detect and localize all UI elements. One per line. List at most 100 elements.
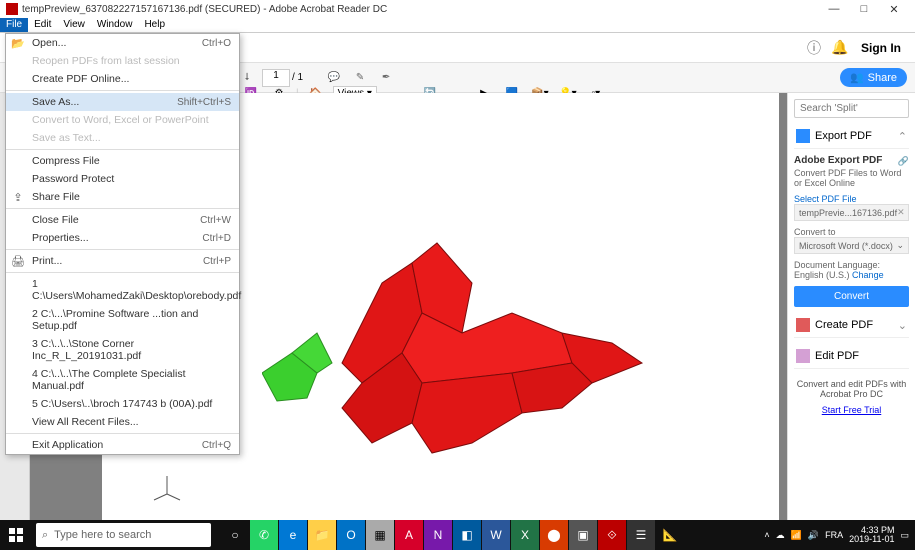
- format-select[interactable]: Microsoft Word (*.docx) ⌄: [794, 237, 909, 254]
- menu-share-file[interactable]: ⇪ Share File: [6, 188, 239, 206]
- clear-file-icon[interactable]: ✕: [897, 207, 905, 218]
- share-button[interactable]: 👥 Share: [840, 68, 907, 87]
- menu-edit[interactable]: Edit: [28, 18, 57, 32]
- rendered-3d-model: [262, 223, 662, 463]
- word-icon[interactable]: W: [482, 520, 510, 550]
- edge-icon[interactable]: e: [279, 520, 307, 550]
- trial-link[interactable]: Start Free Trial: [822, 405, 882, 415]
- card-subtitle: Convert PDF Files to Word or Excel Onlin…: [794, 168, 909, 188]
- share-icon: ⇪: [11, 191, 25, 204]
- cortana-icon[interactable]: ○: [221, 520, 249, 550]
- close-button[interactable]: ✕: [879, 3, 909, 16]
- menu-open[interactable]: 📂 Open... Ctrl+O: [6, 34, 239, 52]
- selected-file-name: tempPrevie...167136.pdf: [799, 208, 897, 218]
- autocad-icon[interactable]: A: [395, 520, 423, 550]
- chevron-down-icon: ⌄: [898, 319, 907, 332]
- tray-chevron-icon[interactable]: ˄: [764, 530, 769, 540]
- export-pdf-card: Adobe Export PDF 🔗 Convert PDF Files to …: [794, 155, 909, 307]
- menu-password-protect[interactable]: Password Protect: [6, 170, 239, 188]
- explorer-icon[interactable]: 📁: [308, 520, 336, 550]
- excel-icon[interactable]: X: [511, 520, 539, 550]
- menu-reopen: Reopen PDFs from last session: [6, 52, 239, 70]
- app-icon-6[interactable]: 📐: [656, 520, 684, 550]
- menu-file[interactable]: File: [0, 18, 28, 32]
- app-icon-5[interactable]: ☰: [627, 520, 655, 550]
- menu-view[interactable]: View: [57, 18, 91, 32]
- menu-close-file[interactable]: Close File Ctrl+W: [6, 211, 239, 229]
- window-title: tempPreview_637082227157167136.pdf (SECU…: [22, 4, 387, 15]
- create-pdf-label: Create PDF: [815, 319, 873, 331]
- signin-button[interactable]: Sign In: [861, 41, 901, 55]
- folder-icon: 📂: [11, 37, 25, 50]
- search-icon: ⌕: [42, 529, 48, 542]
- minimize-button[interactable]: —: [819, 3, 849, 15]
- outlook-icon[interactable]: O: [337, 520, 365, 550]
- menu-save-as-text: Save as Text...: [6, 129, 239, 147]
- app-icon-2[interactable]: ◧: [453, 520, 481, 550]
- selected-file[interactable]: tempPrevie...167136.pdf ✕: [794, 204, 909, 221]
- menubar: File Edit View Window Help: [0, 18, 915, 33]
- recent-file-5[interactable]: 5 C:\Users\..\broch 174743 b (00A).pdf: [6, 395, 239, 413]
- windows-icon: [9, 528, 23, 542]
- bell-icon[interactable]: 🔔: [829, 37, 851, 59]
- file-menu-dropdown: 📂 Open... Ctrl+O Reopen PDFs from last s…: [5, 33, 240, 455]
- taskbar-clock[interactable]: 4:33 PM 2019-11-01: [849, 526, 894, 545]
- help-icon[interactable]: ⓘ: [803, 37, 825, 59]
- clock-date: 2019-11-01: [849, 535, 894, 544]
- menu-properties[interactable]: Properties... Ctrl+D: [6, 229, 239, 247]
- select-pdf-label: Select PDF File: [794, 194, 909, 204]
- menu-create-online[interactable]: Create PDF Online...: [6, 70, 239, 88]
- share-icon: 👥: [850, 71, 864, 84]
- axis-indicator: [152, 474, 182, 504]
- menu-save-as[interactable]: Save As... Shift+Ctrl+S: [6, 93, 239, 111]
- menu-convert-to: Convert to Word, Excel or PowerPoint: [6, 111, 239, 129]
- window-titlebar: tempPreview_637082227157167136.pdf (SECU…: [0, 0, 915, 18]
- tray-lang[interactable]: FRA: [825, 530, 843, 540]
- recent-file-2[interactable]: 2 C:\...\Promine Software ...tion and Se…: [6, 305, 239, 335]
- taskbar-apps: ○ ✆ e 📁 O ▦ A N ◧ W X ⬤ ▣ ⟐ ☰ 📐: [221, 520, 684, 550]
- recent-file-1[interactable]: 1 C:\Users\MohamedZaki\Desktop\orebody.p…: [6, 275, 239, 305]
- doc-lang-value: English (U.S.): [794, 270, 850, 280]
- print-icon: 🖨: [11, 255, 25, 268]
- menu-window[interactable]: Window: [91, 18, 139, 32]
- app-icon-1[interactable]: ▦: [366, 520, 394, 550]
- right-panel: Export PDF ⌃ Adobe Export PDF 🔗 Convert …: [787, 93, 915, 520]
- tray-cloud-icon[interactable]: ☁: [776, 530, 785, 541]
- app-icon-4[interactable]: ▣: [569, 520, 597, 550]
- tray-volume-icon[interactable]: 🔊: [808, 530, 819, 541]
- recent-file-3[interactable]: 3 C:\..\..\Stone Corner Inc_R_L_20191031…: [6, 335, 239, 365]
- app-icon-3[interactable]: ⬤: [540, 520, 568, 550]
- onenote-icon[interactable]: N: [424, 520, 452, 550]
- link-icon[interactable]: 🔗: [898, 156, 909, 167]
- menu-print[interactable]: 🖨 Print... Ctrl+P: [6, 252, 239, 270]
- export-icon: [796, 129, 810, 143]
- change-lang-link[interactable]: Change: [852, 270, 884, 280]
- recent-file-4[interactable]: 4 C:\..\..\The Complete Specialist Manua…: [6, 365, 239, 395]
- tools-search-input[interactable]: [794, 99, 909, 118]
- edit-pdf-action[interactable]: Edit PDF: [794, 344, 909, 369]
- windows-taskbar: ⌕ Type here to search ○ ✆ e 📁 O ▦ A N ◧ …: [0, 520, 915, 550]
- menu-compress[interactable]: Compress File: [6, 152, 239, 170]
- acrobat-icon[interactable]: ⟐: [598, 520, 626, 550]
- card-title: Adobe Export PDF: [794, 155, 882, 166]
- edit-icon: [796, 349, 810, 363]
- export-pdf-label: Export PDF: [815, 130, 872, 142]
- maximize-button[interactable]: □: [849, 3, 879, 15]
- export-pdf-action[interactable]: Export PDF ⌃: [794, 124, 909, 149]
- create-pdf-action[interactable]: Create PDF ⌄: [794, 313, 909, 338]
- system-tray: ˄ ☁ 📶 🔊 FRA 4:33 PM 2019-11-01 ▭: [764, 526, 915, 545]
- convert-to-label: Convert to: [794, 227, 909, 237]
- edit-pdf-label: Edit PDF: [815, 350, 859, 362]
- taskbar-search[interactable]: ⌕ Type here to search: [36, 523, 211, 547]
- whatsapp-icon[interactable]: ✆: [250, 520, 278, 550]
- menu-exit[interactable]: Exit Application Ctrl+Q: [6, 436, 239, 454]
- tray-wifi-icon[interactable]: 📶: [791, 530, 802, 541]
- menu-help[interactable]: Help: [138, 18, 171, 32]
- start-button[interactable]: [0, 520, 32, 550]
- convert-button[interactable]: Convert: [794, 286, 909, 307]
- notifications-icon[interactable]: ▭: [900, 530, 909, 541]
- view-all-recent[interactable]: View All Recent Files...: [6, 413, 239, 431]
- create-icon: [796, 318, 810, 332]
- taskbar-search-placeholder: Type here to search: [54, 529, 151, 541]
- promo-text: Convert and edit PDFs with Acrobat Pro D…: [794, 379, 909, 399]
